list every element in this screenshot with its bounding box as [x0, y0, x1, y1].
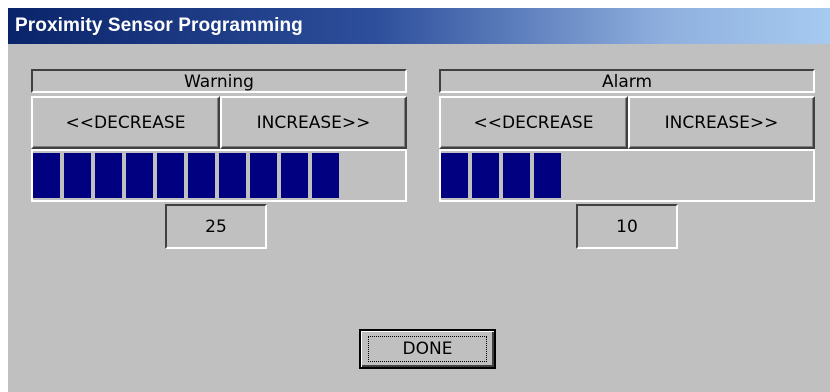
- level-segment: [219, 153, 246, 198]
- warning-label: Warning: [31, 69, 407, 93]
- level-segment: [312, 153, 339, 198]
- alarm-panel: Alarm <<DECREASE INCREASE>> 10: [439, 69, 815, 249]
- warning-increase-button[interactable]: INCREASE>>: [220, 96, 407, 149]
- warning-value-display: 25: [165, 204, 267, 249]
- level-segment: [534, 153, 561, 198]
- level-segment: [33, 153, 60, 198]
- alarm-button-row: <<DECREASE INCREASE>>: [439, 96, 815, 149]
- level-segment: [188, 153, 215, 198]
- alarm-level-bar: [439, 149, 815, 202]
- done-button[interactable]: DONE: [359, 329, 496, 369]
- level-segment: [503, 153, 530, 198]
- level-segment: [472, 153, 499, 198]
- alarm-increase-button[interactable]: INCREASE>>: [628, 96, 815, 149]
- done-button-label: DONE: [368, 336, 487, 362]
- warning-panel: Warning <<DECREASE INCREASE>> 25: [31, 69, 407, 249]
- level-segment: [64, 153, 91, 198]
- level-segment: [126, 153, 153, 198]
- window-title: Proximity Sensor Programming: [15, 15, 303, 36]
- level-segment: [281, 153, 308, 198]
- alarm-value-display: 10: [576, 204, 678, 249]
- alarm-label: Alarm: [439, 69, 815, 93]
- level-segment: [441, 153, 468, 198]
- dialog-window: Proximity Sensor Programming Warning <<D…: [8, 8, 830, 392]
- warning-level-bar: [31, 149, 407, 202]
- warning-button-row: <<DECREASE INCREASE>>: [31, 96, 407, 149]
- level-segment: [250, 153, 277, 198]
- alarm-decrease-button[interactable]: <<DECREASE: [439, 96, 628, 149]
- level-segment: [95, 153, 122, 198]
- level-segment: [157, 153, 184, 198]
- warning-decrease-button[interactable]: <<DECREASE: [31, 96, 220, 149]
- title-bar[interactable]: Proximity Sensor Programming: [8, 8, 830, 44]
